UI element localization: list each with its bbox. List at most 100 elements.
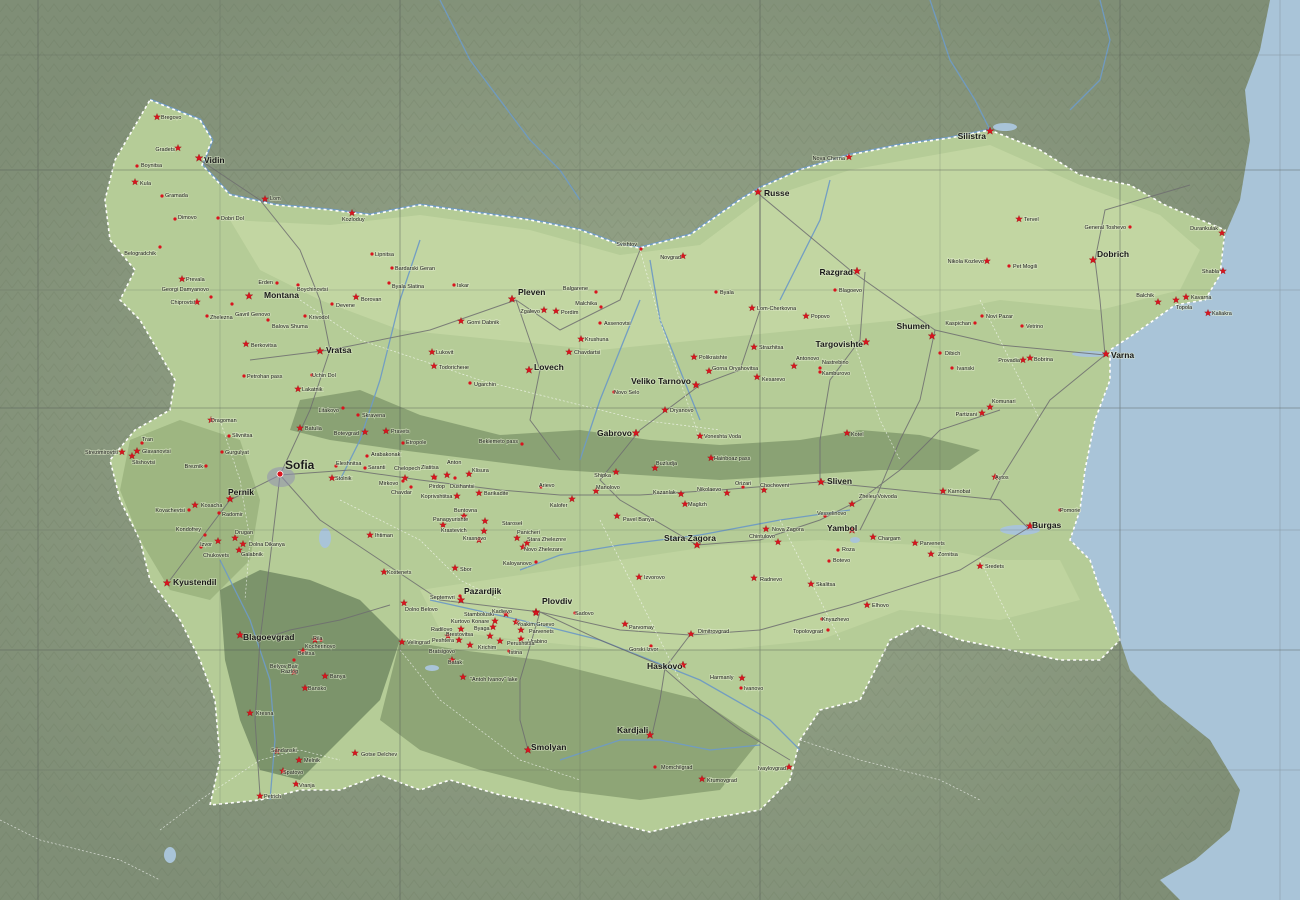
- label-balchik: Balchik: [1136, 293, 1154, 299]
- label-sadovo: Sadovo: [575, 611, 594, 617]
- marker-dot-zhelezn[interactable]: [205, 314, 209, 318]
- label-belogradchik: Belogradchik: [124, 251, 156, 257]
- lake-iskar: [319, 528, 331, 548]
- label-kula: Kula: [140, 181, 152, 187]
- marker-dot-svishtov[interactable]: [639, 247, 643, 251]
- marker-dot-litakovo[interactable]: [341, 406, 345, 410]
- marker-dot-kaspichan[interactable]: [973, 321, 977, 325]
- marker-dot-iskar[interactable]: [452, 283, 456, 287]
- marker-dot-georgi-damyanovo[interactable]: [209, 295, 213, 299]
- label-kadievo: Kadievo: [492, 609, 512, 615]
- marker-dot-assenovtsi[interactable]: [598, 321, 602, 325]
- label-novgrad: Novgrad: [660, 255, 681, 261]
- label-sbor: Sbor: [460, 567, 472, 573]
- label-gavril-genovo: Gavril Genovo: [235, 312, 270, 318]
- marker-dot-belogradchik[interactable]: [158, 245, 162, 249]
- marker-dot-boynitsa[interactable]: [135, 164, 139, 168]
- label-sredets: Sredets: [985, 564, 1004, 570]
- marker-dot-bardarski-geran[interactable]: [390, 266, 394, 270]
- marker-dot-skravena[interactable]: [356, 413, 360, 417]
- marker-dot-petrohan-pass[interactable]: [242, 374, 246, 378]
- marker-dot-byala-slatina[interactable]: [387, 281, 391, 285]
- label-aytos: Aytos: [995, 475, 1009, 481]
- marker-dot-erden[interactable]: [275, 281, 279, 285]
- label-el-shnitsa: Elеshnitsa: [336, 461, 362, 467]
- label-koprivshtitsa: Koprivshtitsa: [421, 494, 453, 500]
- label-botevo: Botevo: [833, 558, 850, 564]
- marker-dot-byala[interactable]: [714, 290, 718, 294]
- label-kurtovo-konare: Kurtovo Konare: [451, 619, 489, 625]
- marker-dot-gavril-genovo[interactable]: [230, 302, 234, 306]
- marker-dot-dimovo[interactable]: [173, 217, 177, 221]
- label-zlatitsa: Zlatitsa: [421, 465, 440, 471]
- marker-dot-balgarene[interactable]: [594, 290, 598, 294]
- label-buzludja: Buzludja: [656, 461, 678, 467]
- marker-dot-gurgulyat[interactable]: [220, 450, 224, 454]
- marker-dot-blagoevo[interactable]: [833, 288, 837, 292]
- label-pet-mogili: Pet Mogili: [1013, 264, 1037, 270]
- marker-dot-slivnitsa[interactable]: [227, 434, 231, 438]
- marker-dot-lipnitsa[interactable]: [370, 252, 374, 256]
- label-zornitsa: Zornitsa: [938, 552, 959, 558]
- marker-dot-kaloyanovo[interactable]: [534, 560, 538, 564]
- marker-dot-dibich[interactable]: [938, 351, 942, 355]
- marker-dot-ivanovo[interactable]: [739, 686, 743, 690]
- label-varna: Varna: [1111, 350, 1134, 360]
- marker-dot-malchika[interactable]: [599, 305, 603, 309]
- marker-dot-beklemeto-pass[interactable]: [520, 442, 524, 446]
- marker-dot-kovachevtsi[interactable]: [187, 508, 191, 512]
- label-veliko-tarnovo: Veliko Tarnovo: [631, 376, 691, 386]
- marker-dot-chavdar[interactable]: [409, 485, 413, 489]
- label-pordim: Pordim: [561, 310, 579, 316]
- marker-dot-dushantsi[interactable]: [453, 476, 457, 480]
- label-pirdop: Pirdop: [429, 484, 445, 490]
- label-nastrebino: Nastrebino: [822, 360, 849, 366]
- marker-dot-nastrebino[interactable]: [818, 366, 822, 370]
- label-topola: Topola: [1176, 305, 1193, 311]
- label-razgrad: Razgrad: [819, 267, 853, 277]
- marker-dot-ugarchin[interactable]: [468, 381, 472, 385]
- marker-dot-pirdop[interactable]: [433, 476, 437, 480]
- label-iskar: Iskar: [457, 283, 469, 289]
- marker-dot-botevo[interactable]: [827, 559, 831, 563]
- marker-dot-roza[interactable]: [836, 548, 840, 552]
- marker-dot-pet-mogili[interactable]: [1007, 264, 1011, 268]
- lake-srebarna: [993, 123, 1017, 131]
- label-slivnitsa: Slivnitsa: [232, 433, 253, 439]
- label-batulia: Batulia: [305, 426, 323, 432]
- map-canvas[interactable]: Bregovo Gradets Vidin Boynitsa Kula Gramada Di…: [0, 0, 1300, 900]
- label-sandanski: Sandanski: [271, 748, 297, 754]
- label-provadia: Provadia: [998, 358, 1021, 364]
- marker-dot-krivodol[interactable]: [303, 314, 307, 318]
- label-kotel: Kotel: [851, 432, 864, 438]
- marker-dot-saranti[interactable]: [363, 466, 367, 470]
- label-kaloyanovo: Kaloyanovo: [503, 561, 532, 567]
- marker-dot-arabakonak[interactable]: [365, 454, 369, 458]
- marker-dot-mirkovo[interactable]: [401, 479, 405, 483]
- marker-dot-devene[interactable]: [330, 302, 334, 306]
- label-arievo: Arievo: [539, 483, 555, 489]
- marker-dot-dobri-dol[interactable]: [216, 216, 220, 220]
- label-zgalevo: Zgalevo: [520, 309, 540, 315]
- label-yoakim-gruevo: Yoakim Gruevo: [517, 622, 554, 628]
- marker-dot-breznik[interactable]: [204, 464, 208, 468]
- label-antonovo: Antonovo: [796, 356, 819, 362]
- label-prevala: Prevala: [186, 277, 206, 283]
- marker-dot-radomir[interactable]: [217, 511, 221, 515]
- label-chargam: Chargam: [878, 536, 901, 542]
- label-dryanovo: Dryanovo: [670, 408, 694, 414]
- marker-dot-ivanski[interactable]: [950, 366, 954, 370]
- marker-dot-kondofrey[interactable]: [203, 533, 207, 537]
- marker-dot-vetrino[interactable]: [1020, 324, 1024, 328]
- marker-dot-gramada[interactable]: [160, 194, 164, 198]
- marker-dot-general-toshevo[interactable]: [1128, 225, 1132, 229]
- marker-dot-novi-pazar[interactable]: [980, 314, 984, 318]
- label-chelopech: Chelopech: [394, 466, 420, 472]
- marker-dot-momchilgrad[interactable]: [653, 765, 657, 769]
- label-vetrino: Vetrino: [1026, 324, 1043, 330]
- marker-dot-belyov-bair[interactable]: [292, 658, 296, 662]
- marker-dot-topolovgrad[interactable]: [826, 628, 830, 632]
- marker-capital-sofia[interactable]: [276, 470, 284, 478]
- marker-dot-etropole[interactable]: [401, 441, 405, 445]
- marker-dot-balova-shuma[interactable]: [266, 318, 270, 322]
